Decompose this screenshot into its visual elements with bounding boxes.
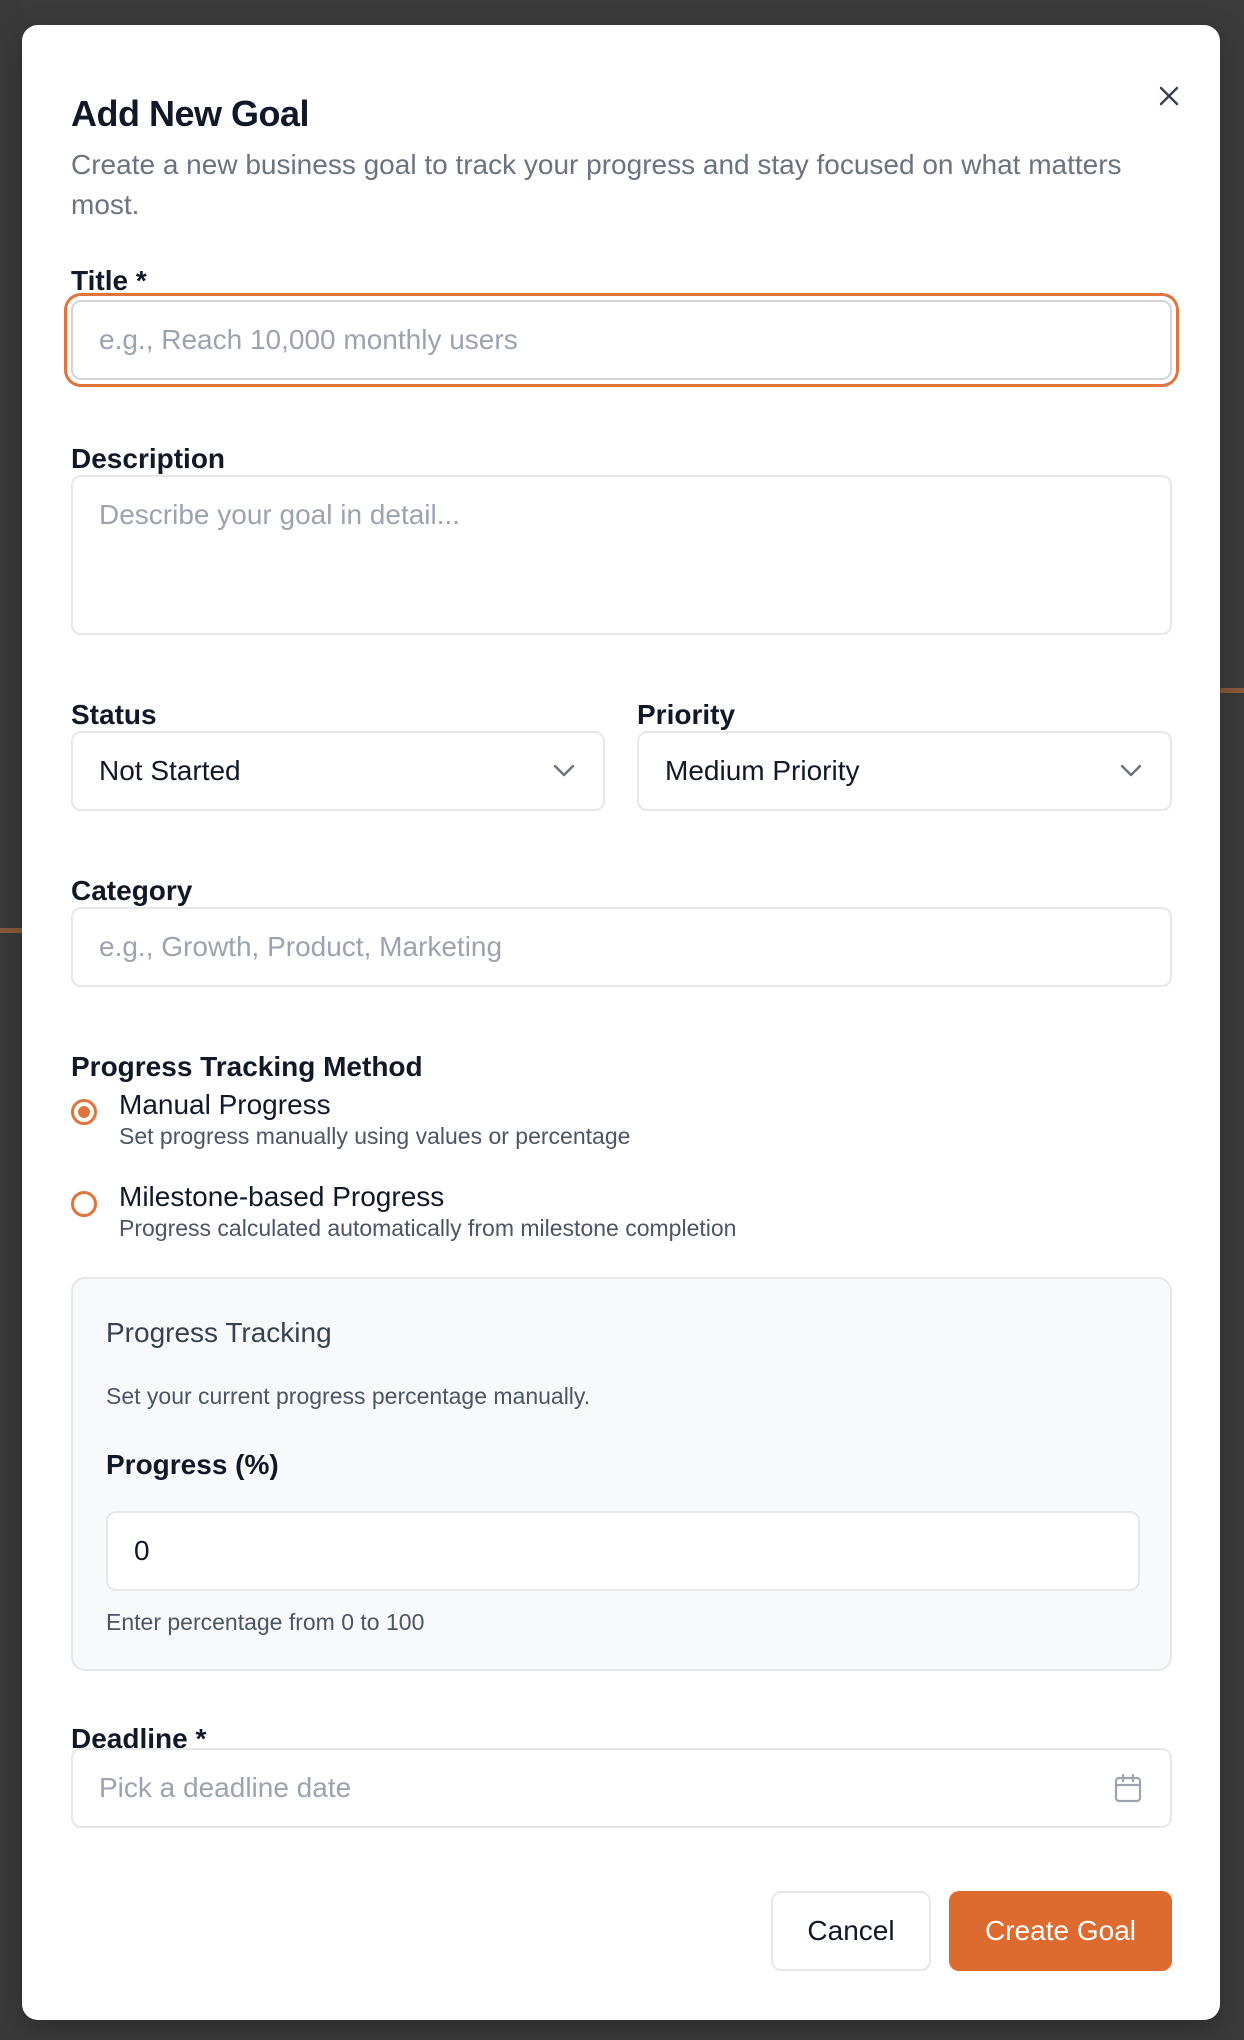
description-label: Description: [71, 443, 226, 474]
radio-manual-title: Manual Progress: [119, 1089, 331, 1120]
description-textarea[interactable]: Describe your goal in detail...: [71, 475, 1172, 635]
panel-title: Progress Tracking: [106, 1317, 332, 1348]
title-label: Title *: [71, 265, 147, 296]
close-icon: [1159, 86, 1179, 106]
status-value: Not Started: [99, 755, 241, 786]
background-accent-line: [0, 928, 22, 933]
dialog-title: Add New Goal: [71, 93, 310, 134]
radio-manual-desc: Set progress manually using values or pe…: [119, 1123, 631, 1149]
progress-value: 0: [134, 1535, 150, 1566]
progress-tracking-panel: Progress Tracking Set your current progr…: [71, 1277, 1172, 1671]
priority-select[interactable]: Medium Priority: [637, 731, 1172, 811]
chevron-down-icon: [553, 764, 575, 777]
radio-button-checked[interactable]: [71, 1099, 97, 1125]
tracking-method-label: Progress Tracking Method: [71, 1051, 423, 1082]
cancel-button[interactable]: Cancel: [771, 1891, 931, 1971]
radio-milestone-desc: Progress calculated automatically from m…: [119, 1215, 737, 1241]
create-goal-button[interactable]: Create Goal: [949, 1891, 1172, 1971]
radio-button[interactable]: [71, 1191, 97, 1217]
deadline-placeholder: Pick a deadline date: [99, 1772, 352, 1803]
radio-milestone-progress[interactable]: Milestone-based Progress Progress calcul…: [71, 1179, 736, 1241]
priority-value: Medium Priority: [665, 755, 860, 786]
panel-description: Set your current progress percentage man…: [106, 1383, 591, 1409]
radio-milestone-title: Milestone-based Progress: [119, 1181, 445, 1212]
category-label: Category: [71, 875, 193, 906]
chevron-down-icon: [1120, 764, 1142, 777]
dialog-subtitle: Create a new business goal to track your…: [71, 149, 1122, 220]
progress-input[interactable]: 0: [106, 1511, 1140, 1591]
radio-manual-progress[interactable]: Manual Progress Set progress manually us…: [71, 1087, 630, 1149]
background-accent-line: [1220, 688, 1244, 693]
background-app: [0, 0, 22, 2040]
deadline-picker[interactable]: Pick a deadline date: [71, 1748, 1172, 1828]
progress-help-text: Enter percentage from 0 to 100: [106, 1609, 425, 1635]
status-label: Status: [71, 699, 157, 730]
add-goal-dialog: Add New Goal Create a new business goal …: [22, 25, 1220, 2020]
priority-label: Priority: [637, 699, 736, 730]
category-placeholder: e.g., Growth, Product, Marketing: [99, 931, 503, 962]
calendar-icon: [1114, 1773, 1142, 1803]
title-input[interactable]: e.g., Reach 10,000 monthly users: [71, 300, 1172, 380]
category-input[interactable]: e.g., Growth, Product, Marketing: [71, 907, 1172, 987]
description-placeholder: Describe your goal in detail...: [99, 499, 461, 530]
progress-label: Progress (%): [106, 1449, 279, 1480]
close-button[interactable]: [1154, 81, 1184, 111]
title-placeholder: e.g., Reach 10,000 monthly users: [99, 324, 518, 355]
status-select[interactable]: Not Started: [71, 731, 605, 811]
